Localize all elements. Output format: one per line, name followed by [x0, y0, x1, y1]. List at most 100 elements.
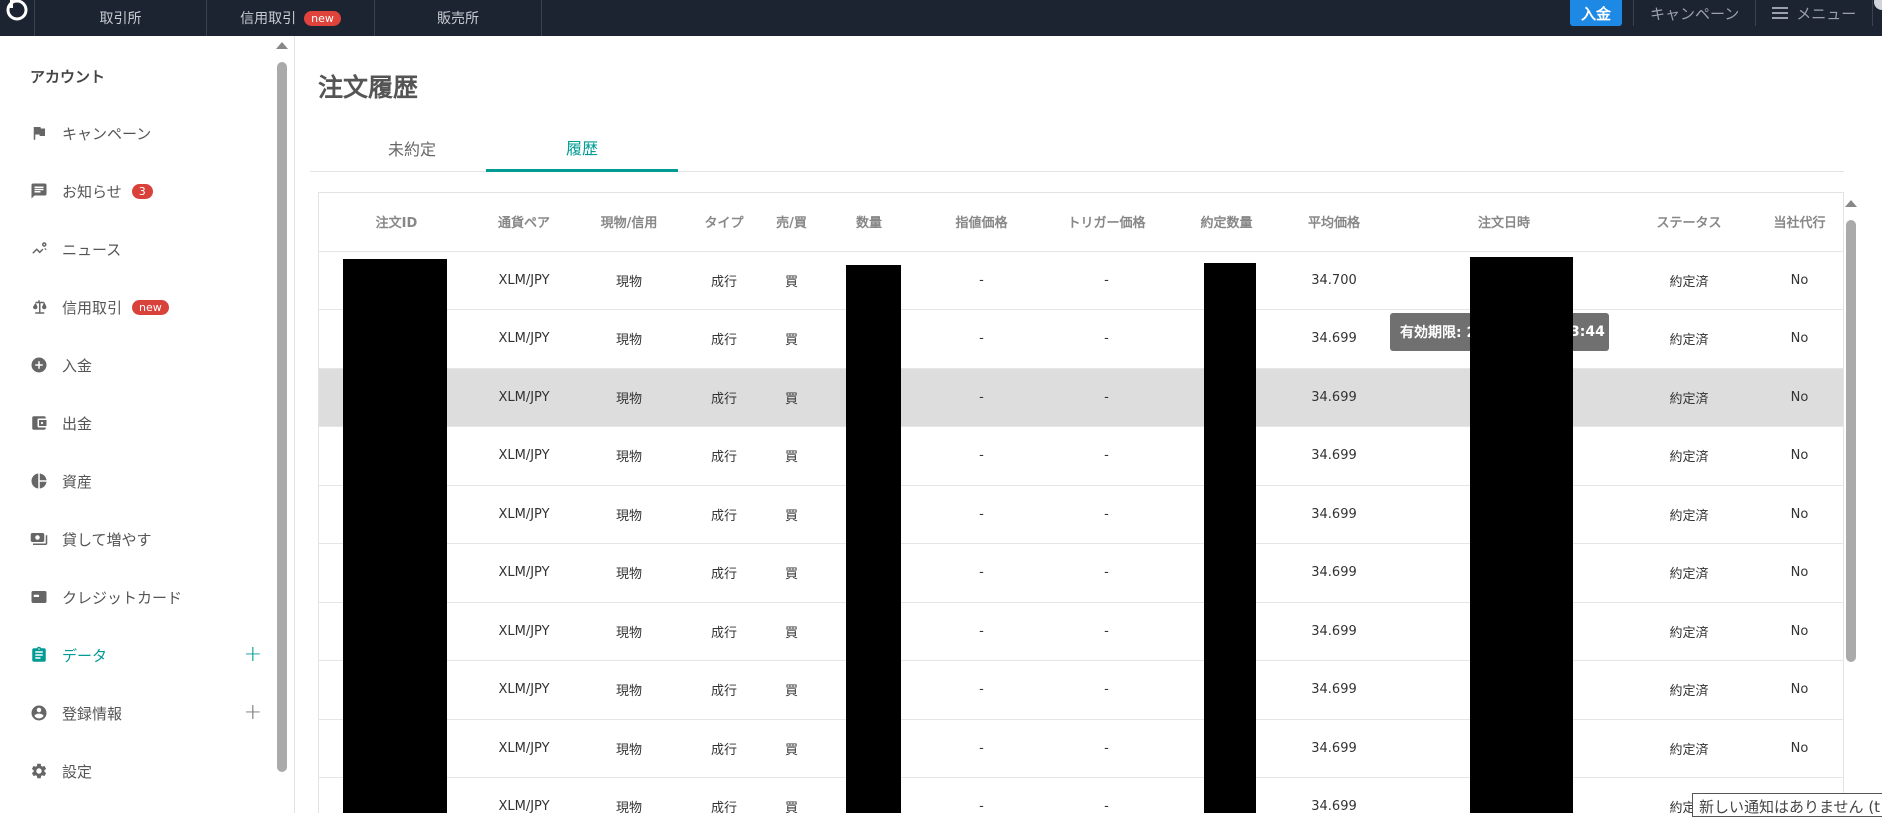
cell-spot-margin: 現物	[574, 543, 684, 603]
cell-spot-margin: 現物	[574, 485, 684, 544]
page-title: 注文履歴	[318, 73, 419, 102]
table-row[interactable]: XLM/JPY現物成行買--34.6992026/約定済No	[319, 368, 1843, 427]
nav-margin-label: 信用取引	[240, 11, 297, 27]
nav-sales-office[interactable]: 販売所	[374, 0, 542, 36]
cell-side: 買	[764, 485, 819, 544]
nav-margin-trading[interactable]: 信用取引 new	[206, 0, 374, 36]
header-pair[interactable]: 通貨ペア	[474, 193, 574, 252]
table-row[interactable]: XLM/JPY 現物 成行買 - - 34.699 約定済 No	[319, 309, 1843, 369]
table-row[interactable]: XLM/JPY現物成行買--34.6992026/約定済No	[319, 777, 1843, 813]
header-limit-price[interactable]: 指値価格	[919, 193, 1044, 252]
table-row[interactable]: XLM/JPY現物成行買--34.6992026/約定済No	[319, 543, 1843, 603]
sidebar-item-data[interactable]: データ +	[30, 640, 262, 670]
table-row[interactable]: XLM/JPY現物成行買--34.6992026/約定済No	[319, 485, 1843, 544]
table-row[interactable]: XLM/JPY現物成行買--34.7002026/約定済No	[319, 251, 1843, 310]
cell-type: 成行	[684, 719, 764, 778]
top-bar: 取引所 信用取引 new 販売所 入金 キャンペーン メニュー	[0, 0, 1882, 36]
header-side[interactable]: 売/買	[764, 193, 819, 252]
cell-status: 約定済	[1624, 309, 1754, 369]
sidebar-item-label: 信用取引	[62, 298, 123, 317]
header-average-price[interactable]: 平均価格	[1284, 193, 1384, 252]
cell-average-price: 34.699	[1284, 485, 1384, 544]
table-body: XLM/JPY現物成行買--34.7002026/約定済NoXLM/JPY現物成…	[319, 251, 1843, 813]
expand-plus-icon[interactable]: +	[244, 702, 262, 724]
menu-label: メニュー	[1796, 4, 1857, 23]
sidebar-item-credit-card[interactable]: クレジットカード	[30, 582, 262, 612]
sidebar-item-label: キャンペーン	[62, 124, 152, 143]
cell-trigger-price: -	[1044, 426, 1169, 486]
campaign-link[interactable]: キャンペーン	[1634, 0, 1755, 26]
cell-type: 成行	[684, 368, 764, 427]
header-order-date[interactable]: 注文日時	[1384, 193, 1624, 252]
sidebar-item-registration[interactable]: 登録情報 +	[30, 698, 262, 728]
cell-type: 成行	[684, 485, 764, 544]
table-row[interactable]: XLM/JPY現物成行買--34.6992026/約定済No	[319, 602, 1843, 661]
credit-card-icon	[30, 588, 48, 606]
cell-pair: XLM/JPY	[474, 309, 574, 369]
cell-status: 約定済	[1624, 660, 1754, 720]
wallet-icon	[30, 414, 48, 432]
deposit-button[interactable]: 入金	[1570, 0, 1622, 26]
sidebar-item-deposit[interactable]: 入金	[30, 350, 262, 380]
sidebar-item-margin-trading[interactable]: 信用取引 new	[30, 292, 262, 322]
cell-trigger-price: -	[1044, 309, 1169, 369]
sidebar-item-assets[interactable]: 資産	[30, 466, 262, 496]
cash-icon	[30, 530, 48, 548]
menu-button[interactable]: メニュー	[1756, 0, 1872, 26]
sidebar-item-campaign[interactable]: キャンペーン	[30, 118, 262, 148]
cell-pair: XLM/JPY	[474, 660, 574, 720]
cell-type: 成行	[684, 660, 764, 720]
cell-spot-margin: 現物	[574, 251, 684, 310]
header-proxy[interactable]: 当社代行	[1754, 193, 1843, 252]
sidebar-item-withdraw[interactable]: 出金	[30, 408, 262, 438]
cell-limit-price: -	[919, 485, 1044, 544]
cell-limit-price: -	[919, 602, 1044, 661]
top-right-nav: キャンペーン メニュー	[1633, 0, 1874, 26]
expand-plus-icon[interactable]: +	[244, 644, 262, 666]
cell-type: 成行	[684, 251, 764, 310]
table-row[interactable]: XLM/JPY現物成行買--34.6992026/約定済No	[319, 426, 1843, 486]
sidebar-item-news[interactable]: ニュース	[30, 234, 262, 264]
user-avatar-icon[interactable]	[1874, 0, 1882, 10]
scrollbar-thumb[interactable]	[277, 62, 287, 772]
sidebar-item-settings[interactable]: 設定	[30, 756, 262, 786]
sidebar-item-label: データ	[62, 646, 108, 665]
clipboard-icon	[30, 646, 48, 664]
plus-circle-icon	[30, 356, 48, 374]
redaction-block	[846, 265, 901, 813]
sidebar-scrollbar[interactable]	[276, 36, 290, 813]
cell-average-price: 34.700	[1284, 251, 1384, 310]
cell-type: 成行	[684, 543, 764, 603]
cell-limit-price: -	[919, 309, 1044, 369]
cell-side: 買	[764, 309, 819, 369]
redaction-block	[1204, 263, 1256, 813]
sidebar-item-lending[interactable]: 貸して増やす	[30, 524, 262, 554]
header-spot-margin[interactable]: 現物/信用	[574, 193, 684, 252]
tab-history[interactable]: 履歴	[486, 124, 678, 172]
cell-average-price: 34.699	[1284, 602, 1384, 661]
sidebar: アカウント キャンペーン お知らせ 3 ニュース 信用取引 new 入金 出金 …	[0, 36, 272, 813]
scroll-up-arrow-icon[interactable]	[1845, 200, 1857, 207]
header-status[interactable]: ステータス	[1624, 193, 1754, 252]
header-order-id[interactable]: 注文ID	[319, 193, 474, 252]
scroll-up-arrow-icon[interactable]	[276, 42, 288, 49]
header-executed-amount[interactable]: 約定数量	[1169, 193, 1284, 252]
table-row[interactable]: XLM/JPY現物成行買--34.6992026/約定済No	[319, 719, 1843, 778]
scrollbar-thumb[interactable]	[1846, 220, 1856, 662]
sidebar-item-notices[interactable]: お知らせ 3	[30, 176, 262, 206]
sidebar-heading: アカウント	[30, 68, 106, 86]
table-row[interactable]: XLM/JPY現物成行買--34.6992026/約定済No	[319, 660, 1843, 720]
bitbank-logo[interactable]	[4, 0, 30, 26]
sidebar-item-label: 出金	[62, 414, 93, 433]
tab-open-orders[interactable]: 未約定	[316, 124, 508, 172]
table-scrollbar[interactable]	[1844, 192, 1858, 813]
header-trigger-price[interactable]: トリガー価格	[1044, 193, 1169, 252]
cell-trigger-price: -	[1044, 543, 1169, 603]
new-badge: new	[304, 10, 341, 26]
header-amount[interactable]: 数量	[819, 193, 919, 252]
header-type[interactable]: タイプ	[684, 193, 764, 252]
tooltip-text-right: 3:44	[1570, 324, 1605, 340]
nav-exchange[interactable]: 取引所	[34, 0, 206, 36]
cell-pair: XLM/JPY	[474, 251, 574, 310]
cell-status: 約定済	[1624, 543, 1754, 603]
